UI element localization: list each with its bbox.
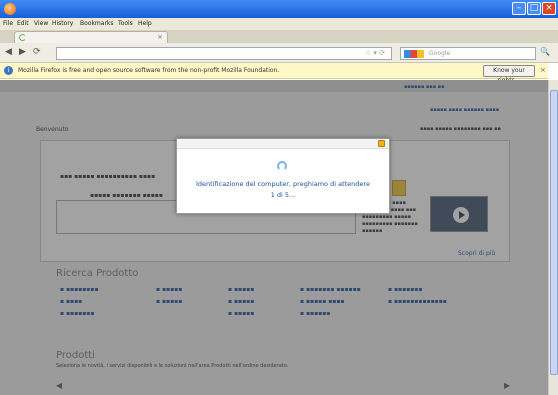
notification-bar: i Mozilla Firefox is free and open sourc… — [0, 63, 548, 84]
menu-file[interactable]: File — [3, 20, 13, 27]
menu-history[interactable]: History — [52, 20, 73, 27]
minimize-button[interactable]: – — [512, 2, 526, 15]
menu-bar: File Edit View History Bookmarks Tools H… — [0, 18, 558, 30]
maximize-button[interactable]: □ — [527, 2, 541, 15]
identification-modal: Identificazione del computer, preghiamo … — [176, 138, 390, 214]
title-bar: – □ × — [0, 0, 558, 18]
notification-text: Mozilla Firefox is free and open source … — [18, 67, 280, 74]
search-input[interactable]: Google — [400, 47, 536, 60]
loading-icon — [19, 34, 26, 41]
menu-help[interactable]: Help — [138, 20, 152, 27]
loading-spinner-icon — [277, 161, 287, 171]
google-icon[interactable] — [404, 50, 424, 58]
browser-window: – □ × File Edit View History Bookmarks T… — [0, 0, 558, 395]
forward-icon[interactable]: ▶ — [19, 47, 26, 57]
tab-strip: × — [0, 30, 558, 43]
modal-message: Identificazione del computer, preghiamo … — [196, 180, 370, 188]
tab-current[interactable]: × — [14, 31, 168, 43]
page-overlay — [0, 80, 548, 395]
url-bar[interactable]: ☆ ▾ ⟳ — [56, 47, 392, 60]
menu-tools[interactable]: Tools — [118, 20, 133, 27]
navigation-bar: ◀ ▶ ⟳ ☆ ▾ ⟳ Google 🔍 — [0, 43, 558, 63]
back-icon[interactable]: ◀ — [5, 47, 12, 57]
notification-close-icon[interactable]: × — [540, 66, 546, 74]
lock-icon — [378, 140, 385, 147]
page-scrollbar[interactable] — [548, 80, 558, 395]
tab-close-icon[interactable]: × — [157, 33, 163, 41]
info-icon: i — [4, 66, 13, 75]
scrollbar-thumb[interactable] — [550, 90, 558, 375]
search-placeholder: Google — [429, 50, 451, 57]
modal-header — [177, 139, 389, 149]
menu-edit[interactable]: Edit — [17, 20, 29, 27]
modal-step: 1 di 5... — [270, 191, 296, 199]
search-icon[interactable]: 🔍 — [540, 47, 550, 56]
know-your-rights-button[interactable]: Know your rights... — [483, 65, 535, 84]
menu-bookmarks[interactable]: Bookmarks — [80, 20, 114, 27]
firefox-icon — [4, 3, 16, 15]
bookmark-star-icon[interactable]: ☆ ▾ ⟳ — [365, 49, 385, 57]
menu-view[interactable]: View — [34, 20, 48, 27]
close-window-button[interactable]: × — [542, 2, 556, 15]
reload-icon[interactable]: ⟳ — [33, 47, 41, 57]
